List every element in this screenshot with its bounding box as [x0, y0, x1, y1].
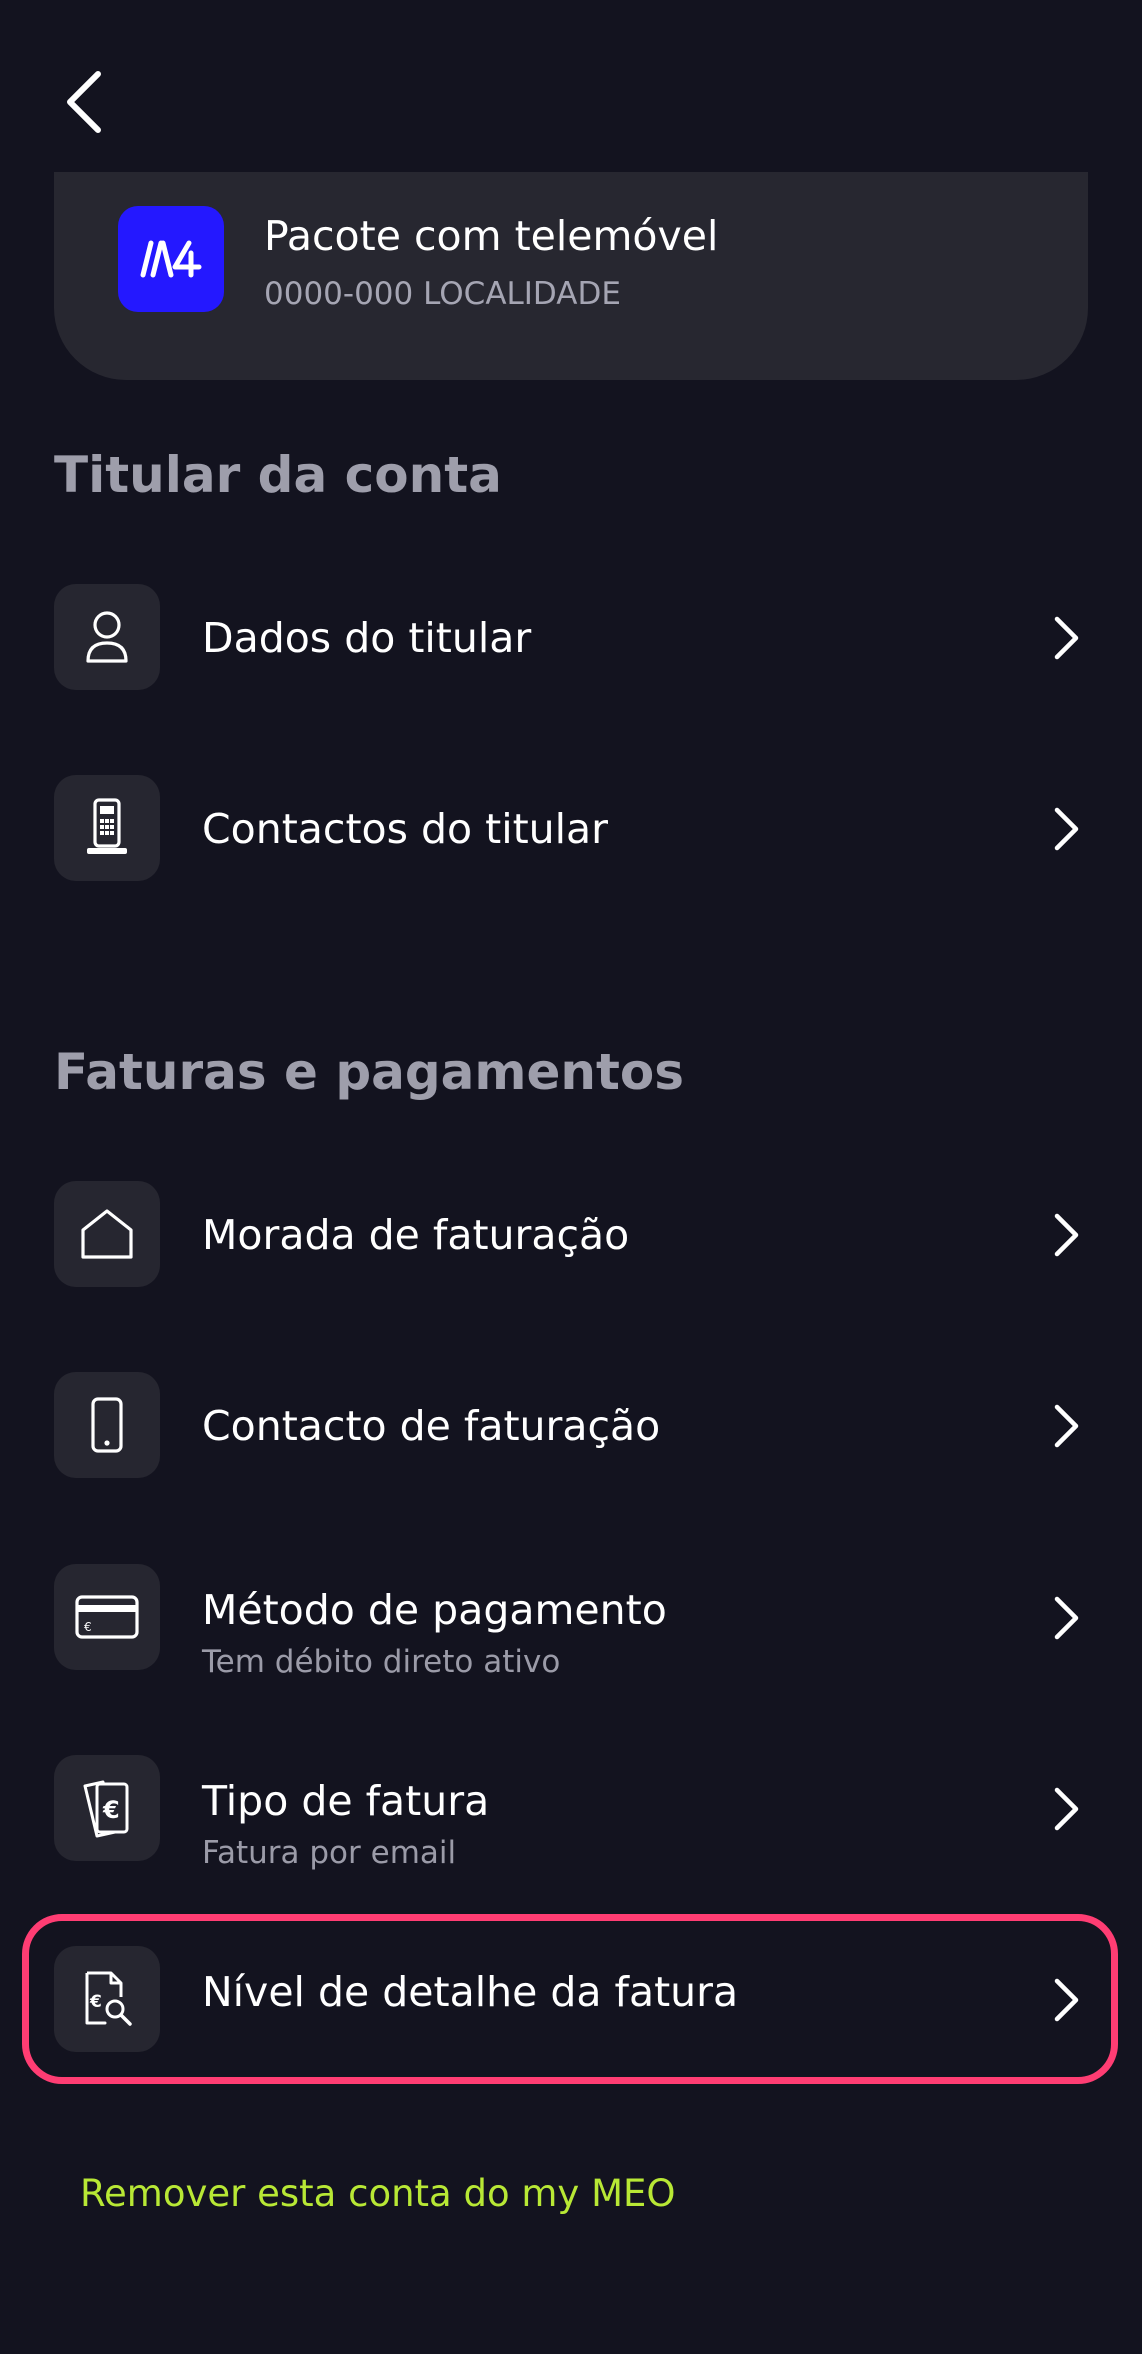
payment-method-sub: Tem débito direto ativo [202, 1644, 561, 1680]
account-subtitle: 0000-000 LOCALIDADE [264, 276, 621, 312]
chevron-right-icon [1048, 613, 1084, 663]
remove-account-link[interactable]: Remover esta conta do my MEO [80, 2172, 676, 2215]
holder-contacts-item[interactable]: Contactos do titular [54, 775, 1088, 883]
invoice-type-item[interactable]: € Tipo de fatura Fatura por email [54, 1755, 1088, 1871]
svg-text:€: € [102, 1796, 120, 1824]
highlight-frame [22, 1914, 1118, 2084]
chevron-left-icon [67, 71, 101, 133]
payment-method-item[interactable]: € Método de pagamento Tem débito direto … [54, 1564, 1088, 1680]
svg-text:€: € [84, 1620, 92, 1634]
holder-data-item[interactable]: Dados do titular [54, 584, 1088, 692]
user-icon [86, 611, 128, 663]
billing-contact-item[interactable]: Contacto de faturação [54, 1372, 1088, 1480]
chevron-right-icon [1048, 1784, 1084, 1834]
chevron-right-icon [1048, 804, 1084, 854]
invoice-type-sub: Fatura por email [202, 1835, 457, 1871]
section-title-billing: Faturas e pagamentos [54, 1043, 685, 1101]
billing-address-label: Morada de faturação [202, 1211, 630, 1259]
back-button[interactable] [54, 62, 114, 142]
billing-address-item[interactable]: Morada de faturação [54, 1181, 1088, 1289]
holder-contacts-label: Contactos do titular [202, 805, 609, 853]
chevron-right-icon [1048, 1210, 1084, 1260]
credit-card-icon: € [75, 1595, 139, 1639]
meo-logo-icon [118, 206, 224, 312]
billing-contact-label: Contacto de faturação [202, 1402, 661, 1450]
house-icon [81, 1209, 133, 1259]
chevron-right-icon [1048, 1401, 1084, 1451]
account-title: Pacote com telemóvel [264, 212, 719, 260]
invoice-euro-icon: € [83, 1780, 129, 1838]
desk-phone-icon [87, 798, 127, 854]
invoice-type-label: Tipo de fatura [202, 1777, 490, 1825]
holder-data-label: Dados do titular [202, 614, 532, 662]
mobile-phone-icon [91, 1397, 123, 1453]
chevron-right-icon [1048, 1593, 1084, 1643]
payment-method-label: Método de pagamento [202, 1586, 667, 1634]
account-card: Pacote com telemóvel 0000-000 LOCALIDADE [54, 172, 1088, 380]
section-title-holder: Titular da conta [54, 446, 502, 504]
